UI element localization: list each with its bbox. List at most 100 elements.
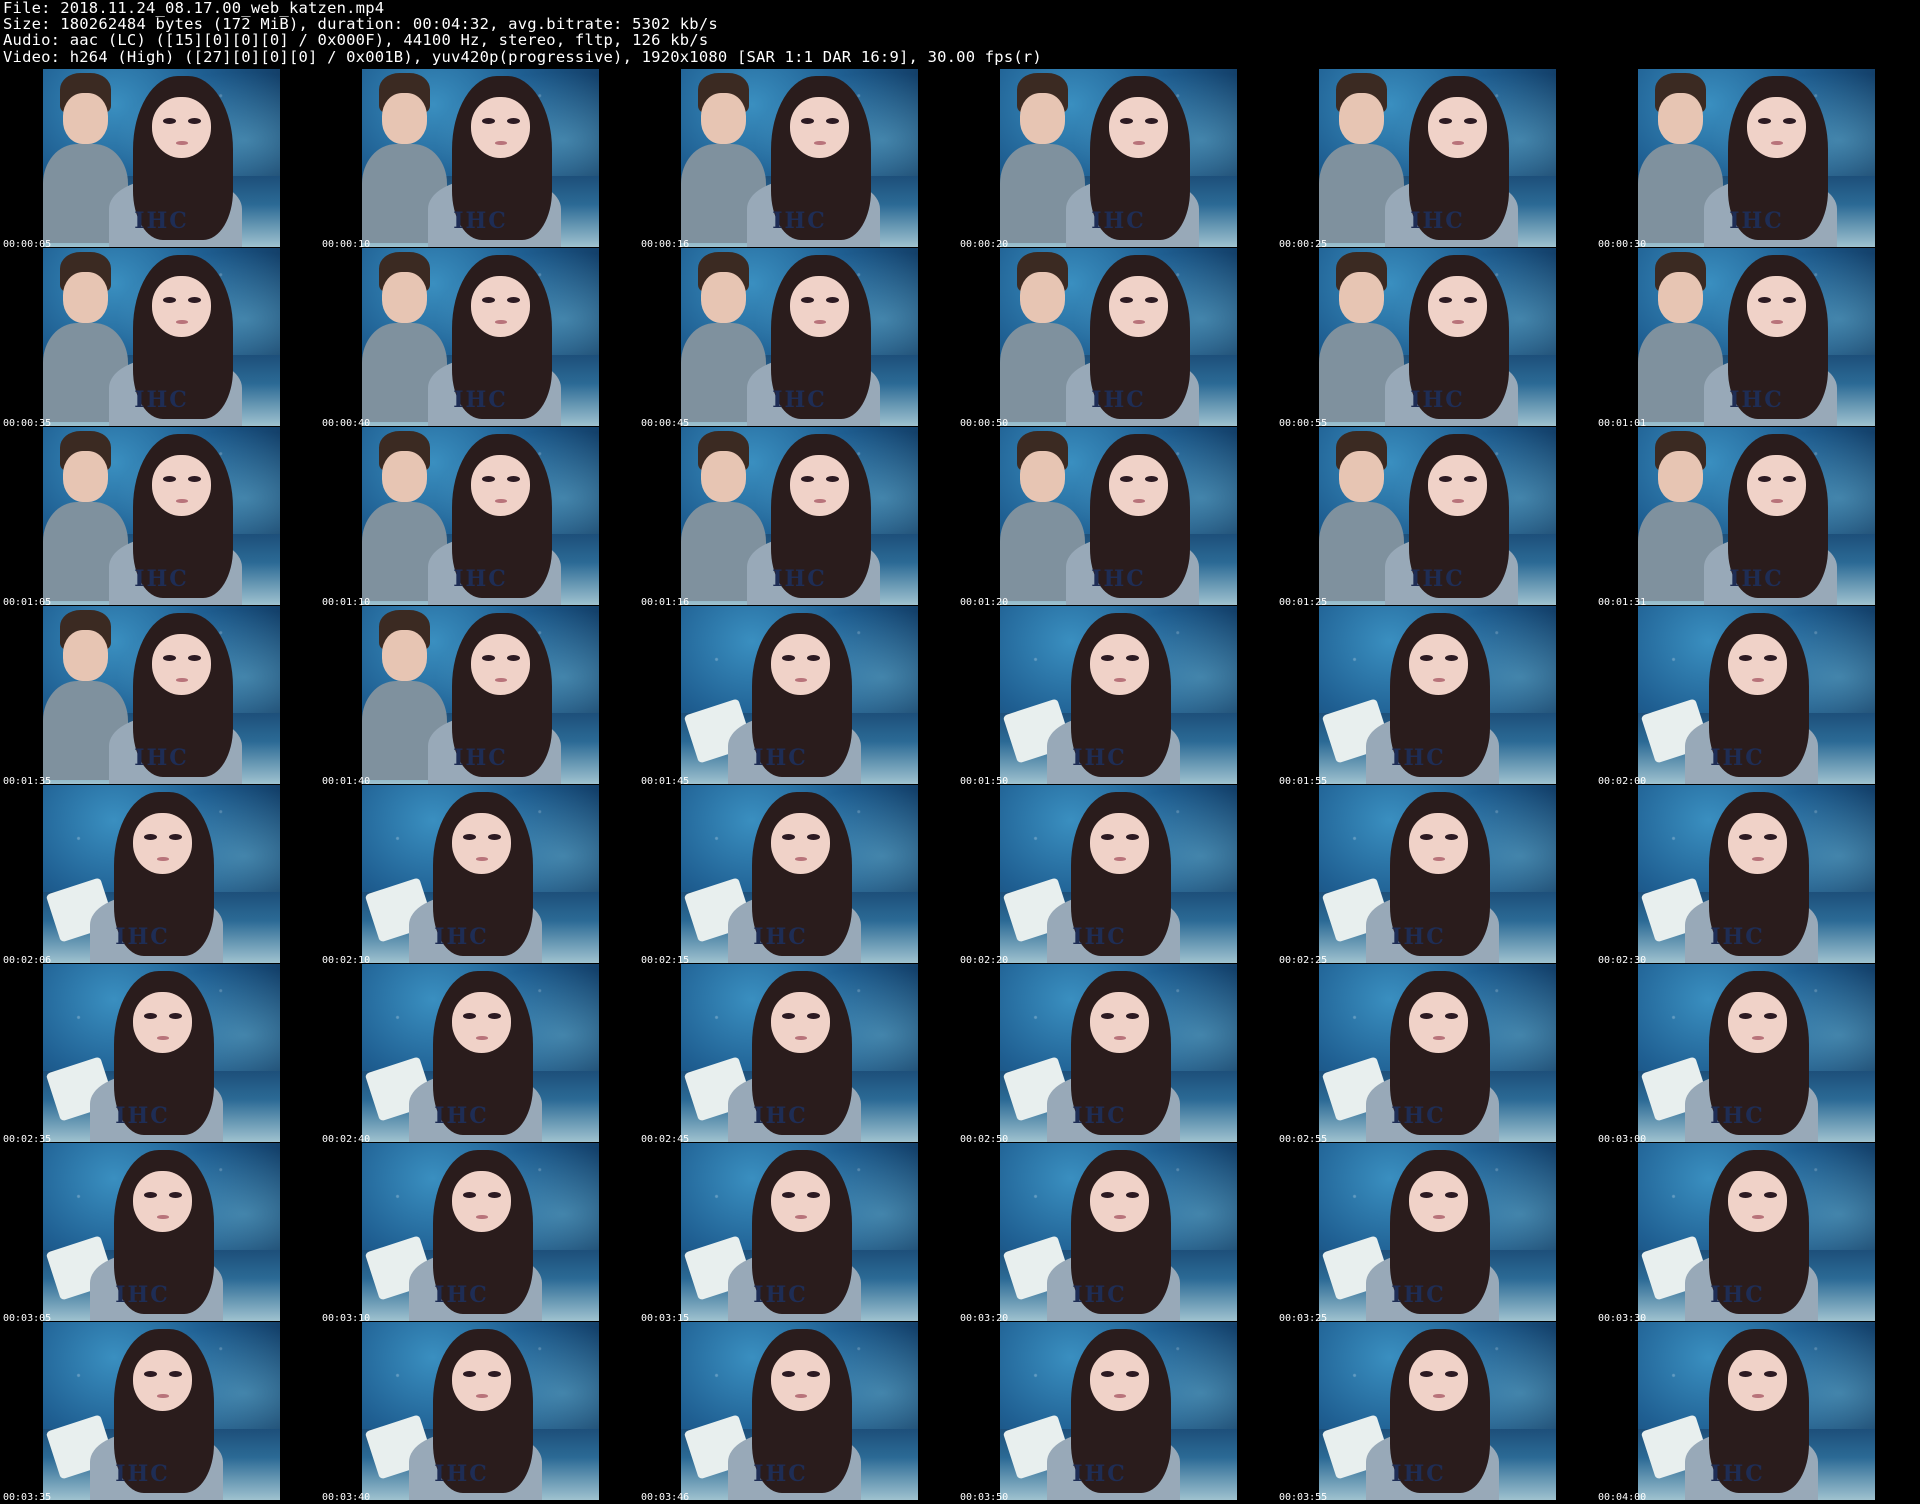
thumbnail-cell: IHC 00:00:40 bbox=[319, 248, 638, 429]
thumbnail-cell: IHC 00:00:30 bbox=[1595, 69, 1914, 250]
shirt-lettering: IHC bbox=[772, 386, 827, 413]
shirt-lettering: IHC bbox=[753, 744, 808, 771]
person-face bbox=[1409, 1350, 1469, 1411]
video-frame-thumbnail: IHC bbox=[1000, 964, 1237, 1142]
video-frame-thumbnail: IHC bbox=[1319, 1143, 1556, 1321]
person-face bbox=[152, 634, 212, 695]
audio-info: Audio: aac (LC) ([15][0][0][0] / 0x000F)… bbox=[3, 31, 709, 50]
timestamp-label: 00:04:00 bbox=[1598, 1492, 1647, 1503]
person-face bbox=[452, 1171, 512, 1232]
video-frame-thumbnail: IHC bbox=[1319, 427, 1556, 605]
person-face bbox=[133, 992, 193, 1053]
shirt-lettering: IHC bbox=[1091, 565, 1146, 592]
thumbnail-cell: IHC 00:00:20 bbox=[957, 69, 1276, 250]
video-frame-thumbnail: IHC bbox=[362, 1322, 599, 1500]
video-frame-thumbnail: IHC bbox=[1000, 69, 1237, 247]
shirt-lettering: IHC bbox=[434, 1460, 489, 1487]
person-face bbox=[771, 1350, 831, 1411]
video-frame-thumbnail: IHC bbox=[681, 248, 918, 426]
thumbnail-cell: IHC 00:00:25 bbox=[1276, 69, 1595, 250]
person-face bbox=[771, 634, 831, 695]
thumbnail-cell: IHC 00:03:30 bbox=[1595, 1143, 1914, 1324]
thumbnail-cell: IHC 00:02:50 bbox=[957, 964, 1276, 1145]
thumbnail-cell: IHC 00:03:15 bbox=[638, 1143, 957, 1324]
thumbnail-cell: IHC 00:02:25 bbox=[1276, 785, 1595, 966]
video-frame-thumbnail: IHC bbox=[1638, 1322, 1875, 1500]
shirt-lettering: IHC bbox=[434, 1102, 489, 1129]
thumbnail-cell: IHC 00:04:00 bbox=[1595, 1322, 1914, 1503]
thumbnail-cell: IHC 00:01:55 bbox=[1276, 606, 1595, 787]
video-frame-thumbnail: IHC bbox=[1319, 69, 1556, 247]
person-face bbox=[1090, 634, 1150, 695]
shirt-lettering: IHC bbox=[1072, 1460, 1127, 1487]
video-info: Video: h264 (High) ([27][0][0][0] / 0x00… bbox=[3, 47, 1042, 66]
person-face bbox=[1109, 455, 1169, 516]
timestamp-label: 00:03:40 bbox=[322, 1492, 371, 1503]
person-face bbox=[771, 992, 831, 1053]
person-face bbox=[1090, 1350, 1150, 1411]
video-frame-thumbnail: IHC bbox=[1000, 606, 1237, 784]
thumbnail-cell: IHC 00:01:05 bbox=[0, 427, 319, 608]
person-face bbox=[152, 455, 212, 516]
video-frame-thumbnail: IHC bbox=[681, 1143, 918, 1321]
shirt-lettering: IHC bbox=[1072, 744, 1127, 771]
thumbnail-cell: IHC 00:02:06 bbox=[0, 785, 319, 966]
video-frame-thumbnail: IHC bbox=[362, 785, 599, 963]
person-face bbox=[1428, 455, 1488, 516]
shirt-lettering: IHC bbox=[1729, 565, 1784, 592]
shirt-lettering: IHC bbox=[1391, 1281, 1446, 1308]
shirt-lettering: IHC bbox=[1710, 1460, 1765, 1487]
person-face bbox=[1090, 813, 1150, 874]
person-face bbox=[1409, 634, 1469, 695]
info-header: File: 2018.11.24_08.17.00_web_katzen.mp4… bbox=[3, 0, 1042, 65]
shirt-lettering: IHC bbox=[115, 1102, 170, 1129]
thumbnail-cell: IHC 00:01:20 bbox=[957, 427, 1276, 608]
person-face bbox=[471, 455, 531, 516]
video-frame-thumbnail: IHC bbox=[362, 248, 599, 426]
shirt-lettering: IHC bbox=[1410, 565, 1465, 592]
shirt-lettering: IHC bbox=[1729, 207, 1784, 234]
file-info: File: 2018.11.24_08.17.00_web_katzen.mp4 bbox=[3, 0, 385, 17]
video-frame-thumbnail: IHC bbox=[43, 248, 280, 426]
shirt-lettering: IHC bbox=[134, 565, 189, 592]
thumbnail-cell: IHC 00:02:30 bbox=[1595, 785, 1914, 966]
shirt-lettering: IHC bbox=[134, 744, 189, 771]
video-frame-thumbnail: IHC bbox=[1638, 427, 1875, 605]
video-frame-thumbnail: IHC bbox=[43, 427, 280, 605]
thumbnail-cell: IHC 00:03:35 bbox=[0, 1322, 319, 1503]
video-frame-thumbnail: IHC bbox=[1319, 785, 1556, 963]
shirt-lettering: IHC bbox=[1072, 1281, 1127, 1308]
thumbnail-cell: IHC 00:02:55 bbox=[1276, 964, 1595, 1145]
size-info: Size: 180262484 bytes (172 MiB), duratio… bbox=[3, 15, 718, 34]
shirt-lettering: IHC bbox=[1710, 923, 1765, 950]
shirt-lettering: IHC bbox=[1091, 207, 1146, 234]
video-frame-thumbnail: IHC bbox=[1000, 248, 1237, 426]
video-frame-thumbnail: IHC bbox=[1319, 964, 1556, 1142]
video-frame-thumbnail: IHC bbox=[1319, 248, 1556, 426]
thumbnail-cell: IHC 00:02:20 bbox=[957, 785, 1276, 966]
thumbnail-cell: IHC 00:03:55 bbox=[1276, 1322, 1595, 1503]
person-face bbox=[790, 97, 850, 158]
shirt-lettering: IHC bbox=[753, 1102, 808, 1129]
thumbnail-cell: IHC 00:02:00 bbox=[1595, 606, 1914, 787]
shirt-lettering: IHC bbox=[115, 1460, 170, 1487]
person-face bbox=[1747, 97, 1807, 158]
thumbnail-cell: IHC 00:03:20 bbox=[957, 1143, 1276, 1324]
thumbnail-cell: IHC 00:01:35 bbox=[0, 606, 319, 787]
shirt-lettering: IHC bbox=[453, 565, 508, 592]
person-face bbox=[471, 634, 531, 695]
shirt-lettering: IHC bbox=[134, 207, 189, 234]
shirt-lettering: IHC bbox=[1710, 1281, 1765, 1308]
thumbnail-cell: IHC 00:02:40 bbox=[319, 964, 638, 1145]
thumbnail-cell: IHC 00:01:45 bbox=[638, 606, 957, 787]
thumbnail-cell: IHC 00:03:05 bbox=[0, 1143, 319, 1324]
person-face bbox=[1728, 634, 1788, 695]
thumbnail-cell: IHC 00:00:45 bbox=[638, 248, 957, 429]
video-frame-thumbnail: IHC bbox=[43, 1322, 280, 1500]
thumbnail-cell: IHC 00:00:16 bbox=[638, 69, 957, 250]
video-frame-thumbnail: IHC bbox=[362, 1143, 599, 1321]
thumbnail-cell: IHC 00:02:15 bbox=[638, 785, 957, 966]
video-frame-thumbnail: IHC bbox=[681, 427, 918, 605]
shirt-lettering: IHC bbox=[453, 207, 508, 234]
shirt-lettering: IHC bbox=[753, 923, 808, 950]
